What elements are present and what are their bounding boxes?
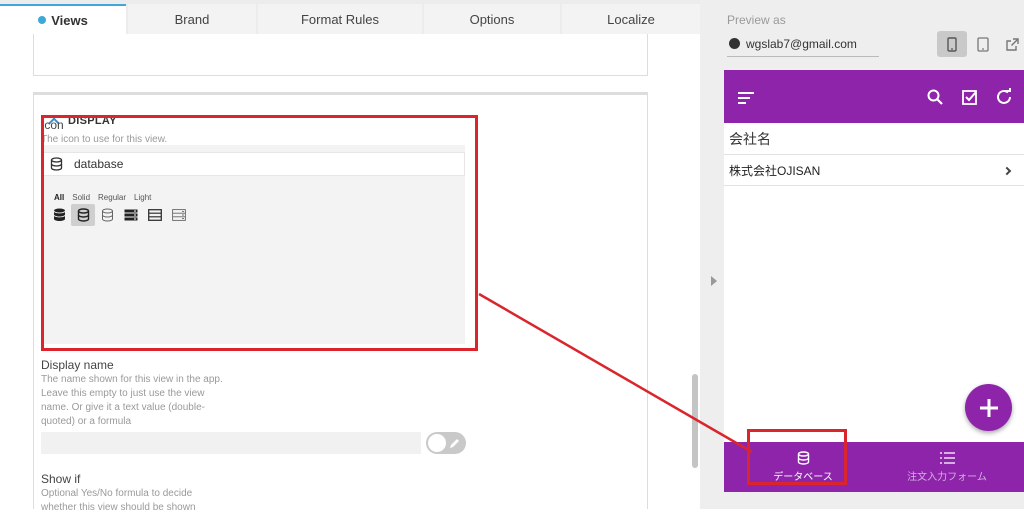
tab-label: Options [469, 11, 515, 27]
display-name-label: Display name [41, 358, 114, 372]
tab-label: Localize [607, 11, 655, 27]
tab-brand[interactable]: Brand [128, 4, 256, 34]
add-button[interactable] [965, 384, 1012, 431]
preview-as-label: Preview as [727, 13, 786, 27]
collapse-panel-arrow-icon[interactable] [711, 276, 717, 286]
formula-toggle[interactable] [426, 432, 466, 454]
list-item[interactable]: 株式会社OJISAN [724, 156, 1024, 186]
app-bar [724, 70, 1024, 123]
display-name-input[interactable] [41, 432, 421, 454]
show-if-label: Show if [41, 472, 81, 486]
plus-icon [979, 398, 998, 417]
tab-localize[interactable]: Localize [562, 4, 700, 34]
tab-views[interactable]: Views [0, 4, 126, 34]
pencil-icon [450, 439, 459, 448]
refresh-icon[interactable] [995, 88, 1013, 106]
tab-options[interactable]: Options [424, 4, 560, 34]
check-square-icon[interactable] [962, 89, 979, 105]
preview-account-email: wgslab7@gmail.com [746, 36, 857, 51]
toggle-knob [428, 434, 446, 452]
phone-icon[interactable] [937, 31, 967, 57]
active-dot-icon [38, 16, 47, 24]
display-name-help-1: The name shown for this view in the app. [41, 374, 223, 385]
menu-icon[interactable] [738, 92, 754, 104]
display-name-help-2: Leave this empty to just use the view [41, 388, 205, 399]
previous-section-card [33, 34, 648, 76]
annotation-box-icon-picker [41, 115, 478, 351]
nav-label: 注文入力フォーム [907, 471, 987, 483]
annotation-box-nav-item [747, 429, 847, 485]
tab-label: Views [51, 12, 88, 28]
tab-label: Brand [174, 11, 210, 27]
preview-account-field[interactable]: wgslab7@gmail.com [727, 31, 879, 57]
nav-item-order-form[interactable]: 注文入力フォーム [872, 442, 1022, 492]
column-header: 会社名 [724, 123, 1024, 155]
display-name-help-3: name. Or give it a text value (double- [41, 402, 205, 413]
search-icon[interactable] [927, 89, 943, 105]
display-name-help-4: quoted) or a formula [41, 416, 132, 427]
external-link-icon[interactable] [997, 31, 1024, 57]
editor-scrollbar[interactable] [692, 374, 698, 468]
tab-label: Format Rules [300, 11, 380, 27]
tablet-icon[interactable] [968, 31, 998, 57]
tab-format-rules[interactable]: Format Rules [258, 4, 422, 34]
chevron-right-icon [1002, 166, 1012, 176]
list-item-text: 株式会社OJISAN [729, 164, 821, 178]
view-tabs: Views Brand Format Rules Options Localiz… [0, 0, 700, 34]
show-if-help-2: whether this view should be shown [41, 502, 196, 513]
account-circle-icon [729, 38, 740, 49]
show-if-help-1: Optional Yes/No formula to decide [41, 488, 193, 499]
list-icon [939, 451, 955, 464]
